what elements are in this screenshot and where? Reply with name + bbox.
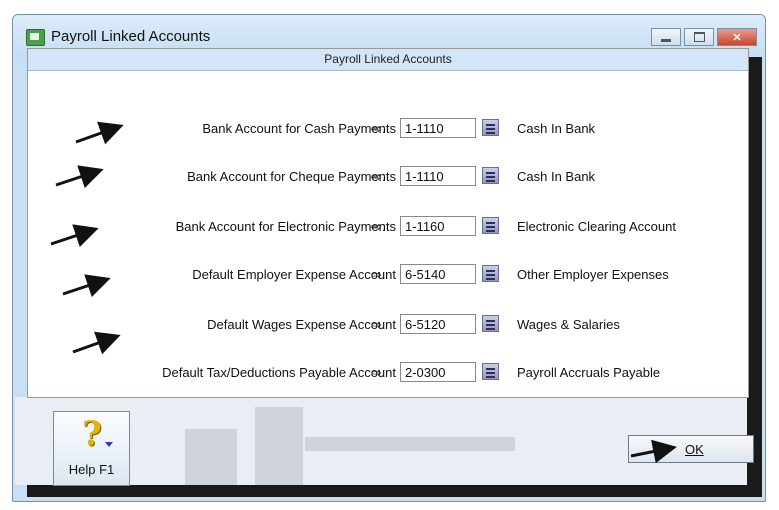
maximize-button[interactable]: [684, 28, 714, 46]
help-icon: ?: [82, 414, 102, 454]
help-label: Help F1: [68, 462, 115, 477]
window-controls: ✕: [648, 28, 757, 46]
list-icon: [486, 270, 495, 272]
account-number-field[interactable]: [400, 264, 476, 284]
row-label: Bank Account for Electronic Payments: [175, 219, 396, 234]
row-label: Bank Account for Cash Payments: [202, 121, 396, 136]
row-label: Bank Account for Cheque Payments: [187, 169, 396, 184]
close-icon: ✕: [732, 31, 742, 44]
list-icon: [486, 124, 495, 126]
list-icon: [486, 368, 495, 370]
account-name: Wages & Salaries: [517, 317, 620, 332]
background-shape: [185, 429, 237, 485]
minimize-icon: [661, 38, 671, 42]
link-arrow-icon: ⇨:: [371, 317, 386, 332]
account-lookup-button[interactable]: [482, 217, 499, 234]
help-button[interactable]: ? Help F1: [53, 411, 130, 486]
account-name: Electronic Clearing Account: [517, 219, 676, 234]
window-title: Payroll Linked Accounts: [51, 28, 211, 45]
linked-account-row: Default Tax/Deductions Payable Account ⇨…: [28, 362, 748, 384]
linked-account-row: Default Employer Expense Account ⇨: Othe…: [28, 264, 748, 286]
linked-account-row: Default Wages Expense Account ⇨: Wages &…: [28, 314, 748, 336]
link-arrow-icon: ⇨:: [371, 267, 386, 282]
pointer-arrow-icon: [630, 439, 677, 464]
background-shape: [255, 407, 303, 485]
dropdown-triangle-icon: [105, 442, 113, 447]
maximize-icon: [693, 32, 705, 42]
row-label: Default Tax/Deductions Payable Account: [162, 365, 396, 380]
account-lookup-button[interactable]: [482, 265, 499, 282]
linked-account-row: Bank Account for Electronic Payments ⇨: …: [28, 216, 748, 238]
ok-button[interactable]: OK: [628, 435, 754, 464]
link-arrow-icon: ⇨:: [371, 365, 386, 380]
linked-account-row: Bank Account for Cheque Payments ⇨: Cash…: [28, 166, 748, 188]
list-icon: [486, 172, 495, 174]
account-number-field[interactable]: [400, 362, 476, 382]
account-number-field[interactable]: [400, 166, 476, 186]
account-name: Payroll Accruals Payable: [517, 365, 661, 380]
link-arrow-icon: ⇨:: [371, 121, 386, 136]
account-number-field[interactable]: [400, 216, 476, 236]
background-shape: [305, 437, 515, 451]
ok-label: OK: [685, 442, 704, 457]
row-label: Default Wages Expense Account: [207, 317, 396, 332]
row-label: Default Employer Expense Account: [192, 267, 396, 282]
close-button[interactable]: ✕: [717, 28, 757, 46]
account-name: Cash In Bank: [517, 121, 596, 136]
minimize-button[interactable]: [651, 28, 681, 46]
panel-header: Payroll Linked Accounts: [28, 49, 748, 71]
link-arrow-icon: ⇨:: [371, 219, 386, 234]
account-name: Other Employer Expenses: [517, 267, 669, 282]
account-lookup-button[interactable]: [482, 363, 499, 380]
account-number-field[interactable]: [400, 118, 476, 138]
linked-accounts-panel: Payroll Linked Accounts Bank Account for…: [27, 48, 749, 398]
account-lookup-button[interactable]: [482, 315, 499, 332]
account-name: Cash In Bank: [517, 169, 596, 184]
account-number-field[interactable]: [400, 314, 476, 334]
list-icon: [486, 222, 495, 224]
account-lookup-button[interactable]: [482, 119, 499, 136]
list-icon: [486, 320, 495, 322]
linked-account-row: Bank Account for Cash Payments ⇨: Cash I…: [28, 118, 748, 140]
app-icon: [26, 29, 45, 46]
account-lookup-button[interactable]: [482, 167, 499, 184]
link-arrow-icon: ⇨:: [371, 169, 386, 184]
